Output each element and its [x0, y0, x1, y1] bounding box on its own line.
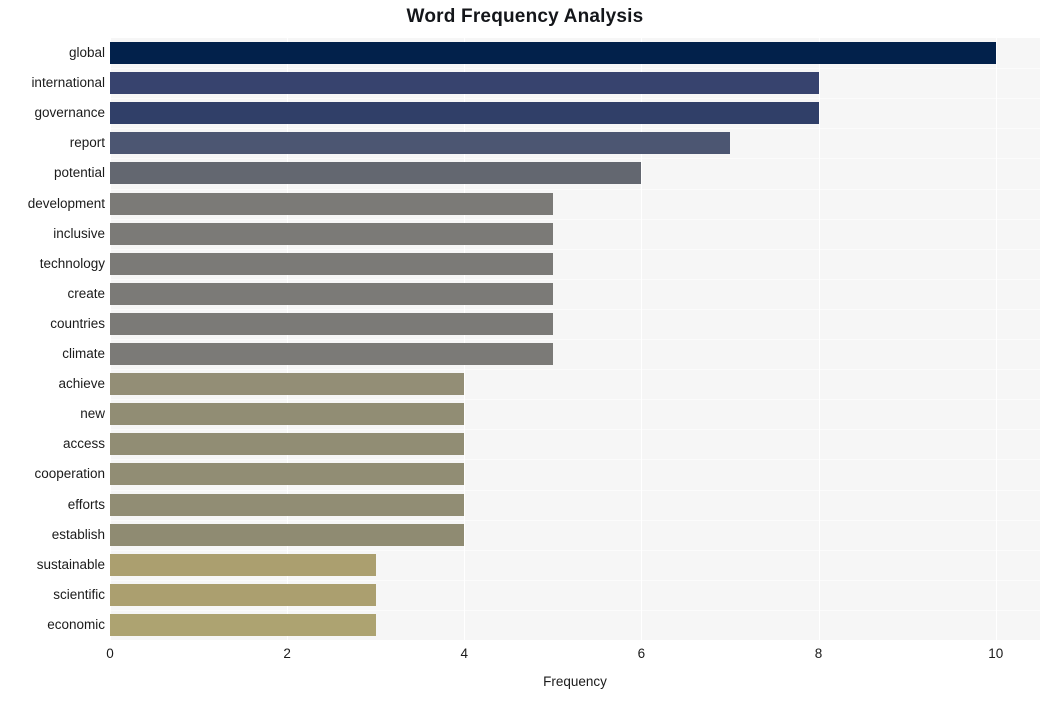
- y-axis-tick-label: countries: [50, 315, 105, 331]
- y-axis-tick-label: establish: [51, 526, 105, 542]
- x-axis-tick-label: 4: [460, 646, 469, 661]
- x-axis-tick-label: 0: [106, 646, 114, 661]
- y-axis-tick-label: sustainable: [36, 556, 105, 572]
- horizontal-gridline: [110, 489, 1040, 491]
- y-axis-tick-label: scientific: [53, 586, 105, 602]
- bar: [110, 102, 819, 125]
- y-axis-tick-label: create: [67, 285, 105, 301]
- horizontal-gridline: [110, 549, 1040, 551]
- horizontal-gridline: [110, 609, 1040, 611]
- y-axis-tick-label: development: [27, 195, 105, 211]
- bar: [110, 343, 553, 366]
- horizontal-gridline: [110, 399, 1040, 401]
- horizontal-gridline: [110, 128, 1040, 130]
- x-gridline: [110, 38, 111, 640]
- horizontal-gridline: [110, 339, 1040, 340]
- plot-area: [110, 38, 1040, 640]
- y-axis-tick-label: climate: [62, 346, 105, 362]
- horizontal-gridline: [110, 158, 1040, 160]
- bar: [110, 192, 553, 215]
- x-gridline: [641, 38, 643, 640]
- y-axis-tick-label: economic: [47, 616, 105, 632]
- horizontal-gridline: [110, 98, 1040, 100]
- y-axis-tick-label: inclusive: [53, 225, 105, 241]
- horizontal-gridline: [110, 369, 1040, 371]
- bar: [110, 42, 996, 65]
- bar: [110, 282, 553, 305]
- x-axis-tick-label: 6: [637, 646, 646, 661]
- horizontal-gridline: [110, 188, 1040, 190]
- y-axis-tick-labels: global international governance report poten…: [0, 38, 105, 640]
- horizontal-gridline: [110, 218, 1040, 220]
- bar: [110, 162, 642, 185]
- bar: [110, 493, 465, 516]
- horizontal-gridline: [110, 308, 1040, 310]
- y-axis-tick-label: technology: [39, 255, 105, 271]
- x-gridline: [287, 38, 289, 640]
- bar: [110, 613, 376, 636]
- y-axis-tick-label: governance: [34, 105, 105, 121]
- horizontal-gridline: [110, 459, 1040, 461]
- horizontal-gridline: [110, 278, 1040, 280]
- y-axis-tick-label: international: [31, 75, 105, 91]
- chart-title: Word Frequency Analysis: [406, 6, 644, 27]
- bar: [110, 222, 553, 245]
- bar: [110, 252, 553, 275]
- x-gridline: [995, 38, 997, 640]
- bar: [110, 463, 465, 486]
- x-axis-tick-label: 2: [283, 646, 291, 661]
- y-axis-tick-label: access: [62, 436, 105, 452]
- x-axis-tick-label: 10: [988, 646, 1004, 661]
- bar: [110, 403, 465, 426]
- bar: [110, 373, 465, 396]
- bar: [110, 132, 730, 155]
- y-axis-tick-label: cooperation: [34, 466, 105, 482]
- x-axis-label: Frequency: [543, 674, 607, 689]
- bar: [110, 523, 465, 546]
- horizontal-gridline: [110, 579, 1040, 581]
- y-axis-tick-label: potential: [53, 165, 105, 181]
- horizontal-gridline: [110, 519, 1040, 521]
- x-axis-tick-label: 8: [814, 646, 823, 661]
- horizontal-gridline: [110, 248, 1040, 250]
- x-gridline: [464, 38, 466, 640]
- bar: [110, 583, 376, 606]
- horizontal-gridline: [110, 429, 1040, 431]
- bar: [110, 312, 553, 335]
- y-axis-tick-label: new: [80, 406, 105, 422]
- word-frequency-chart: Word Frequency Analysis global internatio…: [0, 0, 1050, 701]
- y-axis-tick-label: report: [69, 135, 105, 151]
- x-axis-tick-labels: 0 2 4 6 8 10: [0, 646, 1050, 668]
- y-axis-tick-label: global: [68, 45, 105, 61]
- y-axis-tick-label: achieve: [58, 376, 105, 392]
- y-axis-tick-label: efforts: [67, 496, 105, 512]
- horizontal-gridline: [110, 68, 1040, 70]
- x-gridline: [818, 38, 820, 640]
- bar: [110, 553, 376, 576]
- bar: [110, 72, 819, 95]
- bar: [110, 433, 465, 456]
